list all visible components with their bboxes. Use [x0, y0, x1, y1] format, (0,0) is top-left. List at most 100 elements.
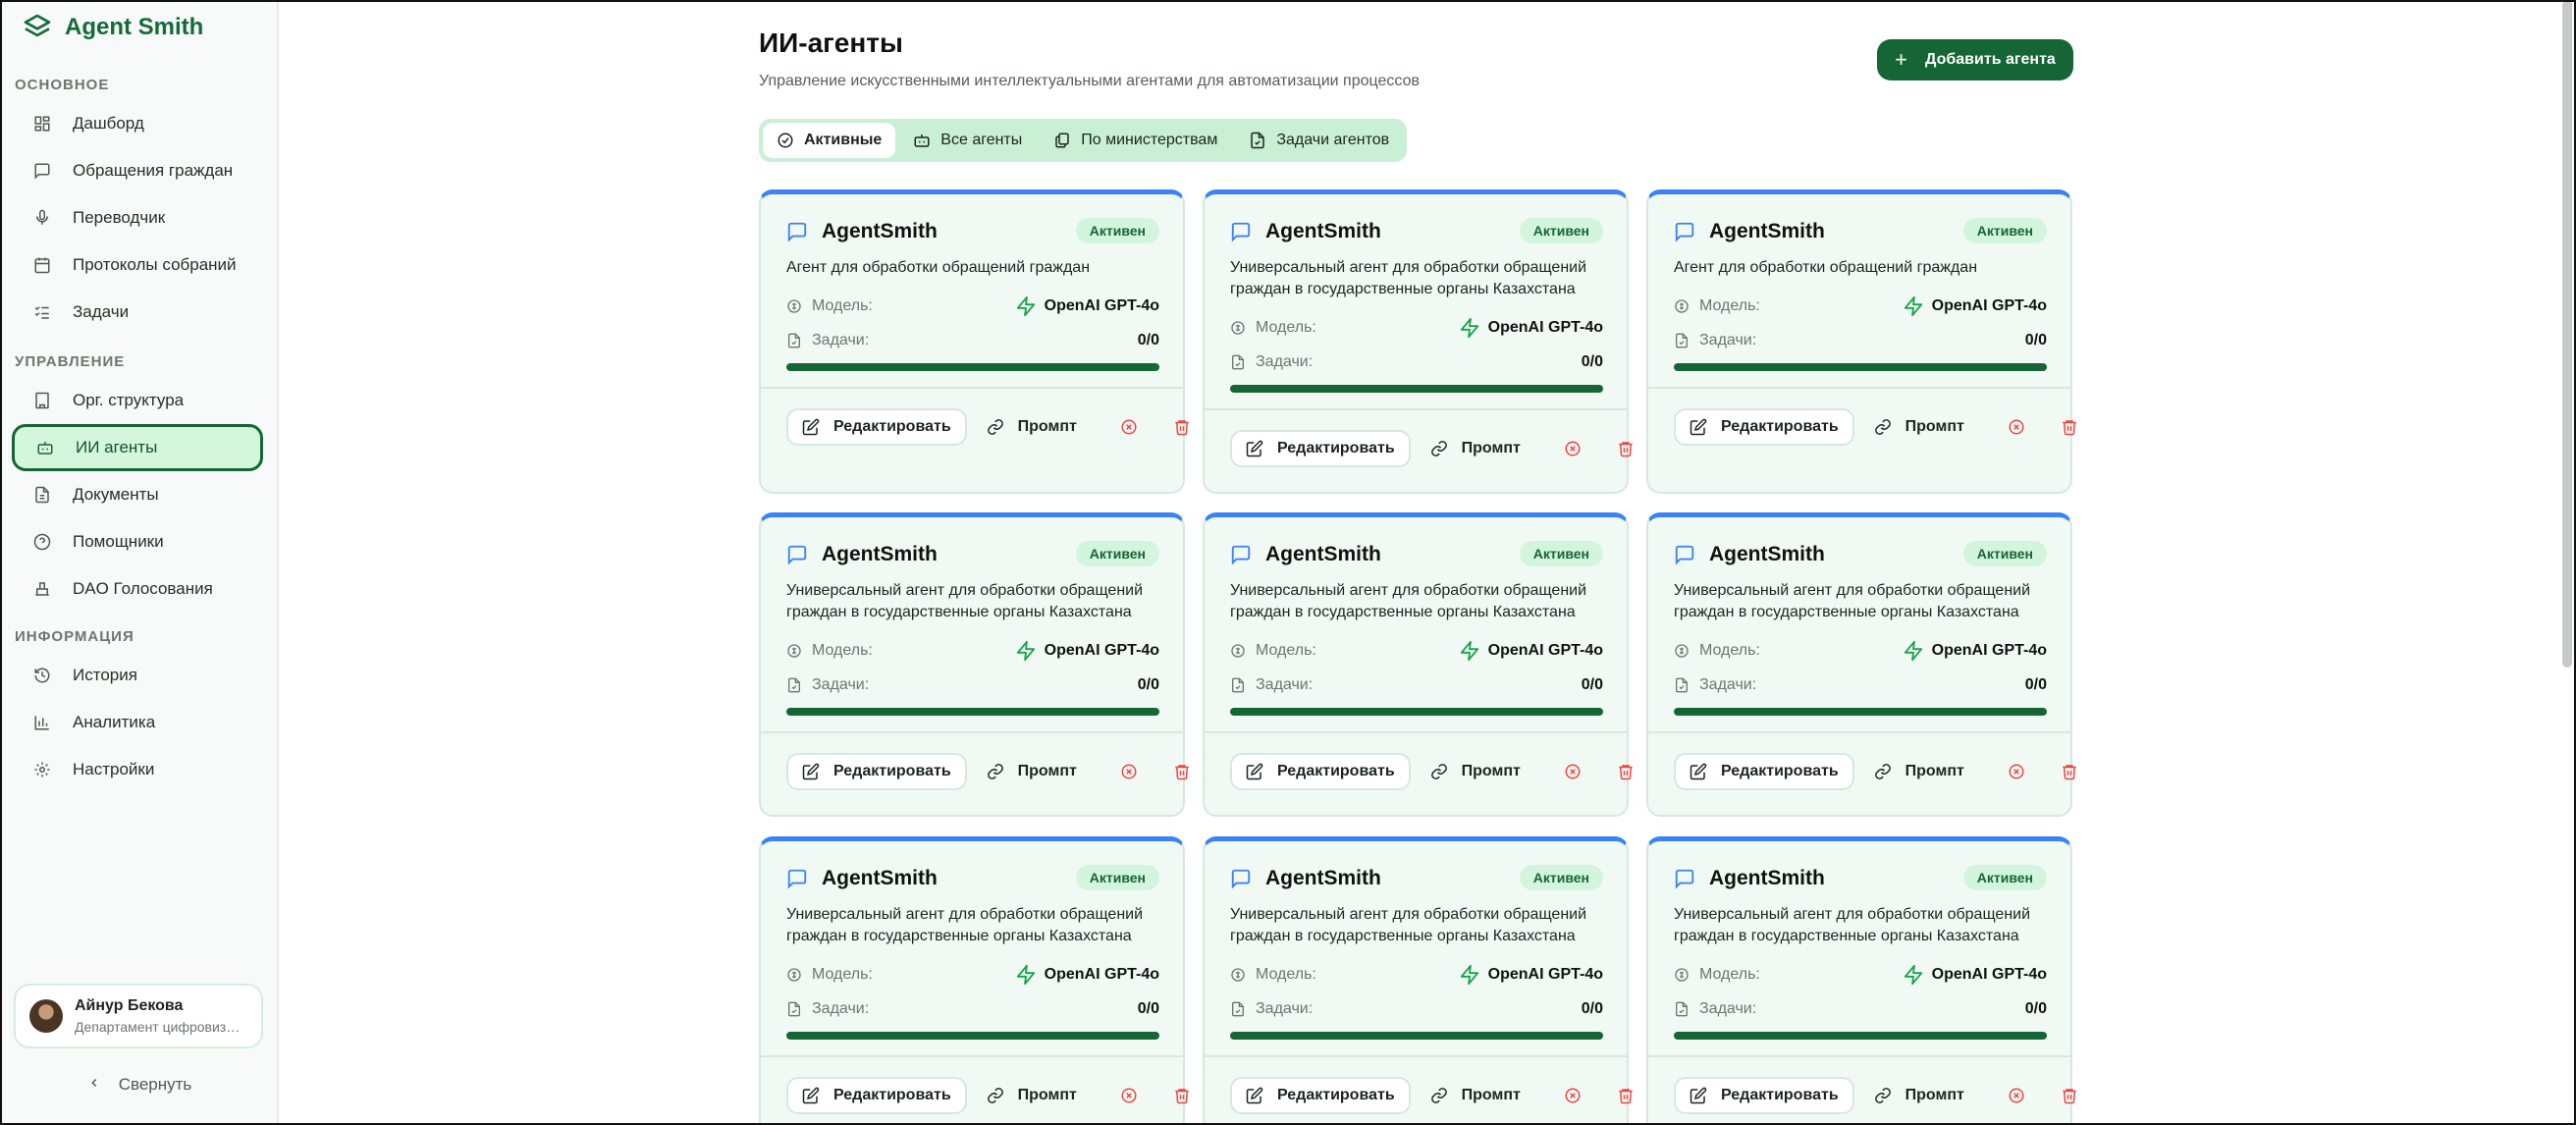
deactivate-button[interactable] [1114, 1081, 1144, 1110]
deactivate-button[interactable] [2002, 412, 2031, 442]
edit-button[interactable]: Редактировать [1230, 430, 1411, 467]
model-label: Модель: [1699, 297, 1760, 314]
sidebar-item-assistants[interactable]: Помощники [12, 518, 263, 565]
cpu-icon [787, 299, 801, 313]
prompt-button[interactable]: Промпт [981, 1077, 1083, 1114]
agent-card[interactable]: AgentSmith Активен Агент для обработки о… [1646, 189, 2076, 494]
agent-card[interactable]: AgentSmith Активен Агент для обработки о… [759, 189, 1189, 494]
deactivate-button[interactable] [1114, 412, 1144, 442]
deactivate-button[interactable] [1558, 434, 1587, 463]
delete-button[interactable] [2055, 412, 2084, 442]
delete-button[interactable] [1167, 1081, 1197, 1110]
model-label: Модель: [812, 297, 873, 314]
prompt-button[interactable]: Промпт [1868, 753, 1970, 790]
tasks-value: 0/0 [1581, 353, 1603, 370]
x-circle-icon [1565, 1088, 1581, 1103]
agent-card[interactable]: AgentSmith Активен Универсальный агент д… [1203, 836, 1633, 1125]
gear-icon [33, 761, 51, 778]
sidebar-item-org-structure[interactable]: Орг. структура [12, 377, 263, 424]
file-check-icon [1251, 132, 1265, 149]
delete-button[interactable] [1167, 412, 1197, 442]
agent-card[interactable]: AgentSmith Активен Универсальный агент д… [1646, 512, 2076, 817]
edit-button[interactable]: Редактировать [1674, 408, 1854, 446]
progress-bar [1674, 1032, 2047, 1040]
model-row: Модель: OpenAI GPT-4o [786, 963, 1159, 987]
sidebar-item-analytics[interactable]: Аналитика [12, 699, 263, 746]
deactivate-button[interactable] [1558, 1081, 1587, 1110]
cpu-icon [1675, 968, 1689, 982]
deactivate-button[interactable] [2002, 1081, 2031, 1110]
sidebar-item-label: Помощники [73, 532, 164, 551]
edit-icon [1246, 440, 1263, 457]
agent-card[interactable]: AgentSmith Активен Универсальный агент д… [1203, 512, 1633, 817]
prompt-button[interactable]: Промпт [981, 408, 1083, 446]
sidebar-item-dao-voting[interactable]: DAO Голосования [12, 565, 263, 613]
sidebar-item-protocols[interactable]: Протоколы собраний [12, 241, 263, 289]
agent-card[interactable]: AgentSmith Активен Универсальный агент д… [1646, 836, 2076, 1125]
collapse-sidebar-button[interactable]: Свернуть [0, 1070, 279, 1099]
file-check-icon [1676, 1001, 1688, 1017]
sidebar-item-label: Документы [73, 485, 159, 504]
tasks-row: Задачи: 0/0 [1674, 997, 2047, 1021]
sidebar-item-appeals[interactable]: Обращения граждан [12, 147, 263, 194]
edit-icon [1690, 763, 1707, 780]
delete-button[interactable] [1611, 1081, 1640, 1110]
edit-button[interactable]: Редактировать [1230, 753, 1411, 790]
delete-button[interactable] [2055, 1081, 2084, 1110]
prompt-button[interactable]: Промпт [1868, 408, 1970, 446]
agent-description: Агент для обработки обращений граждан [786, 259, 1091, 276]
tasks-row: Задачи: 0/0 [1230, 350, 1603, 374]
prompt-button[interactable]: Промпт [1424, 753, 1527, 790]
sidebar-item-label: Обращения граждан [73, 161, 234, 180]
prompt-button[interactable]: Промпт [1424, 430, 1527, 467]
chat-icon [1231, 545, 1251, 565]
layers-icon [24, 14, 51, 37]
delete-button[interactable] [1167, 757, 1197, 786]
tasks-value: 0/0 [1581, 1000, 1603, 1017]
agent-description: Универсальный агент для обработки обраще… [786, 906, 1144, 944]
tab-all-agents[interactable]: Все агенты [899, 123, 1036, 158]
edit-button[interactable]: Редактировать [786, 753, 967, 790]
app-logo[interactable]: Agent Smith [22, 12, 203, 43]
edit-label: Редактировать [833, 418, 951, 435]
edit-button[interactable]: Редактировать [1674, 1077, 1854, 1114]
sidebar-item-tasks[interactable]: Задачи [12, 289, 263, 336]
tab-by-ministry[interactable]: По министерствам [1040, 123, 1231, 158]
agent-name: AgentSmith [822, 220, 938, 242]
sidebar-item-ai-agents[interactable]: ИИ агенты [12, 424, 263, 471]
edit-button[interactable]: Редактировать [786, 408, 967, 446]
file-check-icon [1232, 1001, 1244, 1017]
chat-icon [787, 222, 807, 242]
sidebar-item-translator[interactable]: Переводчик [12, 194, 263, 241]
deactivate-button[interactable] [1558, 757, 1587, 786]
edit-button[interactable]: Редактировать [1230, 1077, 1411, 1114]
link-icon [1430, 764, 1447, 779]
delete-button[interactable] [1611, 434, 1640, 463]
user-profile-card[interactable]: Айнур Бекова Департамент цифровизации [14, 984, 263, 1048]
deactivate-button[interactable] [2002, 757, 2031, 786]
edit-button[interactable]: Редактировать [1674, 753, 1854, 790]
cpu-icon [1675, 644, 1689, 658]
agent-card[interactable]: AgentSmith Активен Универсальный агент д… [759, 512, 1189, 817]
scrollbar[interactable] [2562, 0, 2572, 668]
tab-agent-tasks[interactable]: Задачи агентов [1235, 123, 1403, 158]
add-agent-button[interactable]: + Добавить агента [1877, 39, 2073, 80]
deactivate-button[interactable] [1114, 757, 1144, 786]
edit-button[interactable]: Редактировать [786, 1077, 967, 1114]
delete-button[interactable] [1611, 757, 1640, 786]
agent-card[interactable]: AgentSmith Активен Универсальный агент д… [1203, 189, 1633, 494]
prompt-label: Промпт [1017, 1087, 1077, 1103]
agent-name: AgentSmith [1709, 543, 1825, 565]
sidebar-item-settings[interactable]: Настройки [12, 746, 263, 793]
sidebar-item-documents[interactable]: Документы [12, 471, 263, 518]
agent-card[interactable]: AgentSmith Активен Универсальный агент д… [759, 836, 1189, 1125]
delete-button[interactable] [2055, 757, 2084, 786]
prompt-button[interactable]: Промпт [981, 753, 1083, 790]
sidebar-item-dashboard[interactable]: Дашборд [12, 100, 263, 147]
trash-icon [2063, 1089, 2076, 1104]
tab-active[interactable]: Активные [763, 123, 896, 158]
tasks-value: 0/0 [1137, 1000, 1159, 1017]
prompt-button[interactable]: Промпт [1868, 1077, 1970, 1114]
prompt-button[interactable]: Промпт [1424, 1077, 1527, 1114]
sidebar-item-history[interactable]: История [12, 652, 263, 699]
